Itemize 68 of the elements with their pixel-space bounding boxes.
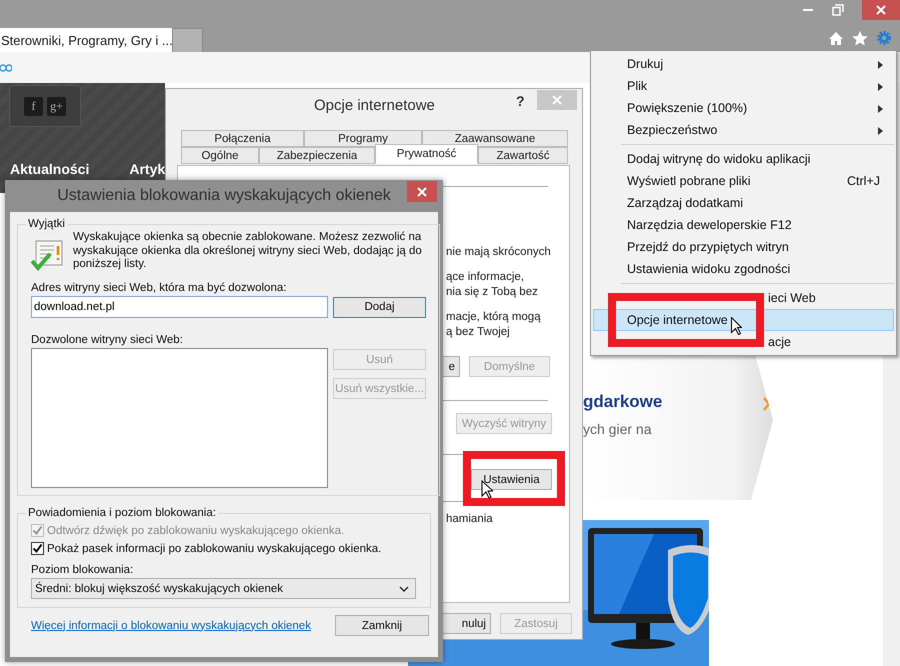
menu-item[interactable]: Narzędzia deweloperskie F12	[593, 214, 894, 236]
submenu-arrow-icon	[878, 61, 883, 69]
cursor-icon	[731, 317, 742, 335]
star-icon[interactable]	[852, 30, 868, 46]
add-button[interactable]: Dodaj	[333, 296, 426, 318]
nav-link[interactable]: Artyk	[129, 161, 166, 177]
promo-title: gdarkowe	[583, 392, 662, 412]
promo-text: ych gier na	[583, 421, 652, 437]
tab[interactable]: Zabezpieczenia	[259, 147, 375, 164]
address-field[interactable]: download.net.pl	[31, 296, 328, 318]
menu-item[interactable]: Dodaj witrynę do widoku aplikacji	[593, 148, 894, 170]
text-line: macje, którą mogą	[446, 311, 541, 323]
text-line: ące informacje,	[446, 271, 524, 283]
menu-item[interactable]: Zarządzaj dodatkami	[593, 192, 894, 214]
checkbox[interactable]	[31, 542, 44, 555]
home-icon[interactable]	[828, 30, 844, 46]
menu-item[interactable]: acje	[593, 331, 894, 353]
tab[interactable]: Ogólne	[181, 147, 259, 164]
text-line: ą bez Twojej	[446, 326, 510, 338]
close-icon	[552, 95, 562, 105]
field-label: Adres witryny sieci Web, która ma być dozwolona:	[31, 282, 288, 294]
menu-item[interactable]: Powiększenie (100%)	[593, 97, 894, 119]
group-label: Powiadomienia i poziom blokowania:	[27, 507, 217, 519]
document-check-icon	[31, 239, 65, 273]
menu-item[interactable]: Ustawienia widoku zgodności	[593, 258, 894, 280]
menu-item[interactable]: Bezpieczeństwo	[593, 119, 894, 141]
field-label: Dozwolone witryny sieci Web:	[31, 334, 184, 346]
submenu-arrow-icon	[878, 127, 883, 135]
tab[interactable]: Prywatność	[375, 144, 478, 164]
tab[interactable]: Zaawansowane	[422, 130, 568, 147]
close-icon	[417, 186, 427, 196]
menu-item[interactable]: Plik	[593, 75, 894, 97]
text-line: hamiania	[446, 513, 493, 525]
text-line: nia się z Tobą bez	[446, 286, 538, 298]
help-link[interactable]: Więcej informacji o blokowaniu wyskakujących okienek	[31, 620, 311, 632]
tab[interactable]: Programy	[304, 130, 422, 147]
help-button[interactable]: ?	[516, 93, 525, 109]
tab[interactable]: Połączenia	[181, 130, 304, 147]
close-button[interactable]	[407, 181, 437, 202]
browser-tab[interactable]: Sterowniki, Programy, Gry i ...	[0, 28, 172, 52]
restore-icon[interactable]	[832, 4, 844, 16]
new-tab-button[interactable]	[172, 28, 203, 52]
submenu-arrow-icon	[878, 83, 883, 91]
checkbox-label: Odtwórz dźwięk po zablokowaniu wyskakującego okienka.	[47, 524, 344, 536]
tab[interactable]: Zawartość	[478, 147, 568, 164]
nav-link[interactable]: Aktualności	[10, 161, 90, 177]
window-title: Ustawienia blokowania wyskakujących okienek	[57, 187, 391, 205]
menu-item[interactable]: Przejdź do przypiętych witryn	[593, 236, 894, 258]
chevron-down-icon	[399, 586, 409, 592]
checkbox-label: Pokaż pasek informacji po zablokowaniu wyskakującego okienka.	[47, 542, 382, 554]
gear-icon[interactable]	[876, 30, 892, 46]
group-label: Wyjątki	[27, 218, 66, 230]
site-list[interactable]	[31, 348, 328, 488]
close-button[interactable]	[862, 0, 900, 20]
level-dropdown[interactable]: Średni: blokuj większość wyskakujących okienek	[31, 578, 416, 599]
social-button[interactable]: f	[24, 96, 43, 116]
close-icon	[876, 5, 886, 15]
menu-item[interactable]: Wyświetl pobrane pliki Ctrl+J	[593, 170, 894, 192]
info-text: Wyskakujące okienka są obecnie zablokowane. Możesz zezwolić na wyskakujące okienka dla określonej witryny sieci Web, dodając ją do poniższej listy.	[73, 231, 423, 272]
text-line: nie mają skróconych	[446, 246, 551, 258]
menu-item[interactable]: ieci Web	[593, 287, 894, 309]
social-button[interactable]: g+	[47, 96, 66, 116]
field-label: Poziom blokowania:	[31, 564, 134, 576]
window-title: Opcje internetowe	[314, 97, 435, 114]
chevron-icon[interactable]	[763, 397, 771, 411]
dialog-button[interactable]: Ustawienia	[471, 469, 552, 490]
close-button[interactable]: Zamknij	[335, 615, 429, 636]
submenu-arrow-icon	[878, 105, 883, 113]
